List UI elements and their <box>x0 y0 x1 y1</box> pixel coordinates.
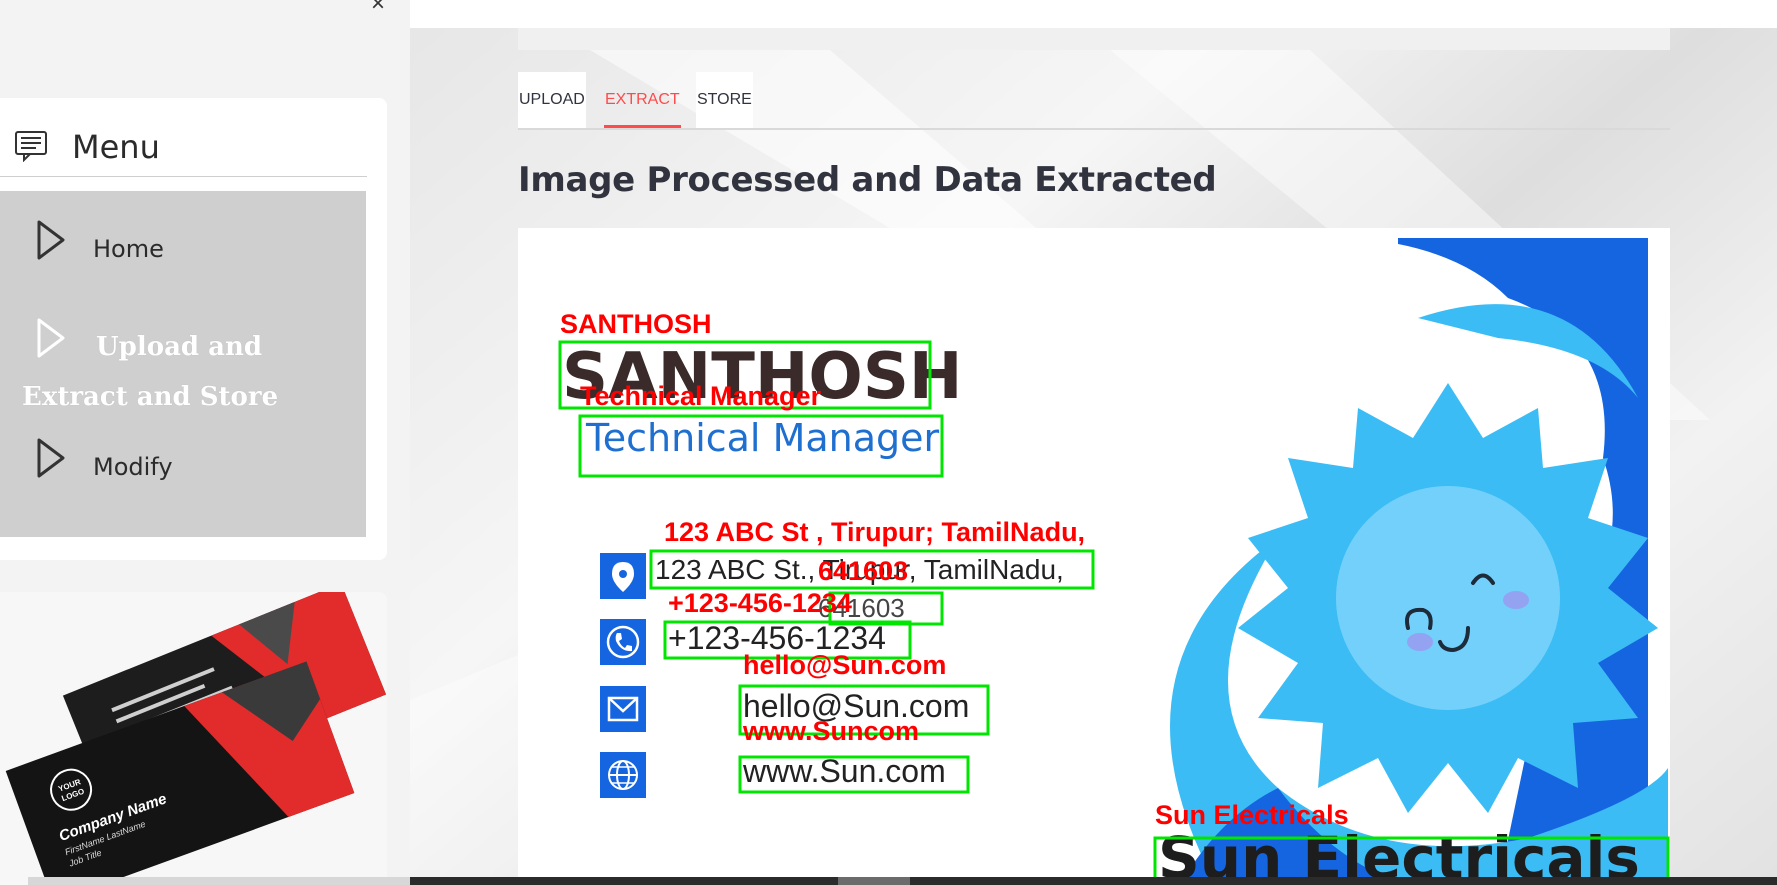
tab-upload[interactable]: UPLOAD <box>518 72 586 128</box>
play-icon <box>37 318 65 358</box>
ocr-label-name: SANTHOSH <box>560 309 712 339</box>
menu-card: Menu Home Upload and Extract and Store M… <box>0 98 387 560</box>
tab-store[interactable]: STORE <box>696 72 753 128</box>
ocr-label-address: 123 ABC St , Tirupur; TamilNadu, <box>664 517 1085 547</box>
header-bar <box>410 0 1777 28</box>
ocr-label-website: www.Suncom <box>742 716 919 746</box>
play-icon <box>37 438 65 478</box>
sidebar-item-upload-extract-store[interactable]: Upload and Extract and Store <box>0 291 366 421</box>
location-icon <box>600 553 646 599</box>
ocr-label-phone: +123-456-1234 <box>668 588 852 618</box>
close-icon[interactable]: × <box>366 0 390 16</box>
ocr-label-email: hello@Sun.com <box>743 650 946 680</box>
sidebar-item-modify[interactable]: Modify <box>0 421 366 537</box>
top-panel-edge <box>518 28 1670 50</box>
mail-icon <box>600 686 646 732</box>
sidebar-item-label-line1: Upload and <box>96 332 263 362</box>
sidebar-item-label-line2: Extract and Store <box>22 382 279 412</box>
play-icon <box>37 220 65 260</box>
business-card-illustration: YOUR LOGO Company Name FirstName LastNam… <box>5 592 387 885</box>
ocr-label-company: Sun Electricals <box>1155 800 1349 830</box>
sample-business-card-image: YOUR LOGO Company Name FirstName LastNam… <box>0 592 387 885</box>
tab-extract[interactable]: EXTRACT <box>604 72 681 128</box>
sidebar-item-home[interactable]: Home <box>0 191 366 291</box>
scrollbar-thumb[interactable] <box>838 877 910 885</box>
globe-icon <box>600 752 646 798</box>
processed-card-image: SANTHOSH Technical Manager 123 ABC St., … <box>518 228 1670 885</box>
ocr-label-pin: 641603 <box>818 556 908 586</box>
card-title: Technical Manager <box>585 416 940 460</box>
page-title: Image Processed and Data Extracted <box>518 160 1217 200</box>
sidebar-item-label: Home <box>93 235 164 263</box>
phone-icon <box>600 619 646 665</box>
processed-card-svg: SANTHOSH Technical Manager 123 ABC St., … <box>558 236 1670 885</box>
ocr-label-title: Technical Manager <box>580 381 822 411</box>
menu-list-icon <box>15 131 47 162</box>
sidebar: × Menu Home Upload and Extract and Store… <box>0 0 458 885</box>
menu-list: Home Upload and Extract and Store Modify <box>0 191 366 537</box>
sidebar-item-label: Modify <box>93 453 173 481</box>
horizontal-scrollbar[interactable] <box>28 877 458 885</box>
menu-title: Menu <box>72 128 160 166</box>
main-content: UPLOAD EXTRACT STORE Image Processed and… <box>410 0 1777 885</box>
menu-header: Menu <box>0 116 367 177</box>
horizontal-scrollbar[interactable] <box>410 877 1777 885</box>
card-company: Sun Electricals <box>1158 824 1640 885</box>
tab-bar: UPLOAD EXTRACT STORE <box>518 72 1670 130</box>
